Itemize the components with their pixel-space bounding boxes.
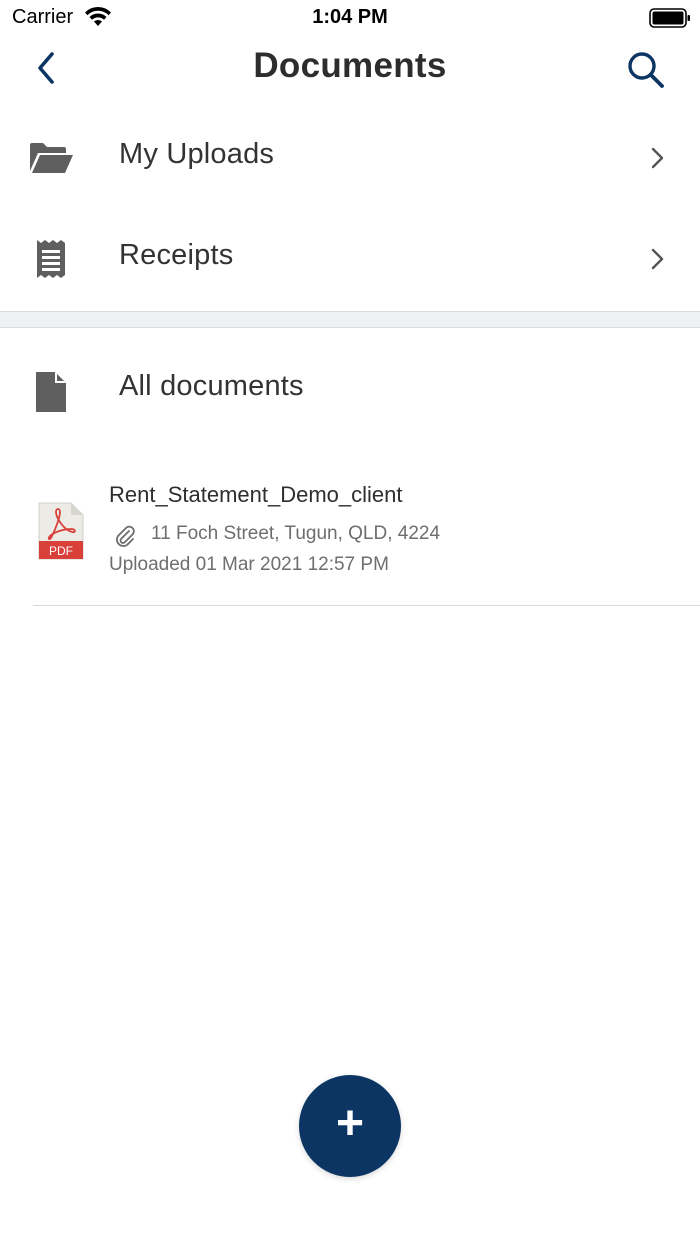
navigation-bar: Documents (0, 36, 700, 102)
chevron-right-icon (651, 248, 664, 270)
back-button[interactable] (24, 46, 68, 90)
pdf-file-icon: PDF (38, 502, 84, 560)
chevron-left-icon (38, 52, 54, 84)
document-address: 11 Foch Street, Tugun, QLD, 4224 (151, 523, 441, 544)
wifi-icon (85, 6, 111, 26)
menu-item-label: My Uploads (119, 138, 275, 170)
document-name: Rent_Statement_Demo_client (109, 482, 403, 507)
menu-item-receipts[interactable]: Receipts (0, 209, 700, 309)
search-button[interactable] (622, 46, 670, 94)
document-upload-date: Uploaded 01 Mar 2021 12:57 PM (109, 554, 389, 575)
section-title: All documents (119, 370, 304, 402)
receipt-icon (26, 234, 76, 284)
plus-icon: + (335, 1097, 365, 1150)
add-document-button[interactable]: + (299, 1075, 401, 1177)
page-title: Documents (253, 46, 447, 85)
section-divider (0, 311, 700, 328)
chevron-right-icon (651, 147, 664, 169)
row-divider (33, 605, 700, 606)
document-row[interactable]: PDF Rent_Statement_Demo_client 11 Foch S… (0, 470, 700, 606)
battery-icon (649, 8, 690, 28)
all-documents-header: All documents (0, 340, 700, 440)
document-icon (36, 372, 66, 412)
carrier-label: Carrier (12, 6, 74, 28)
menu-item-label: Receipts (119, 239, 234, 271)
file-type-badge: PDF (49, 544, 73, 558)
menu-item-my-uploads[interactable]: My Uploads (0, 108, 700, 208)
paperclip-icon (116, 525, 135, 547)
search-icon (628, 52, 664, 88)
open-folder-icon (26, 133, 76, 183)
status-bar: Carrier 1:04 PM (0, 0, 700, 36)
